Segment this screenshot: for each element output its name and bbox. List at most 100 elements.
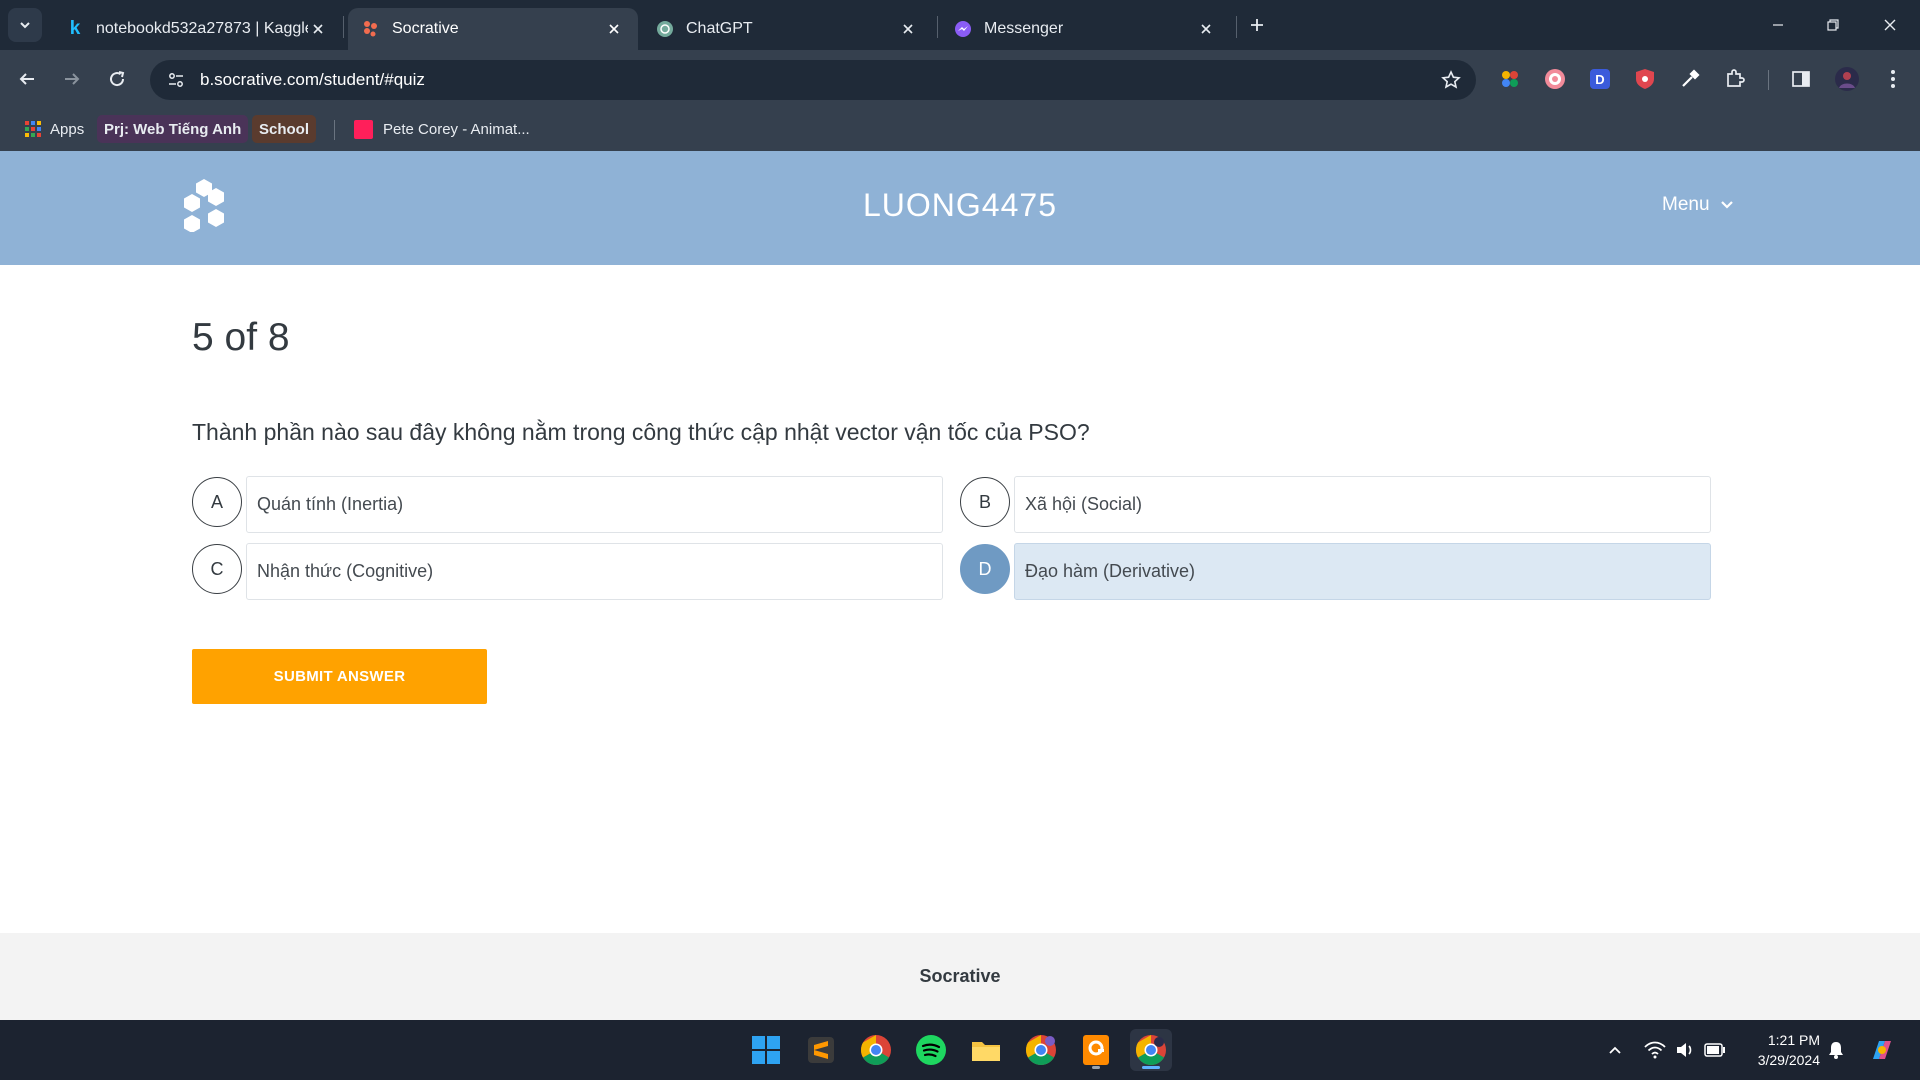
option-text[interactable]: Nhận thức (Cognitive)	[246, 543, 943, 600]
menu-button[interactable]: Menu	[1662, 194, 1734, 216]
tab-title: ChatGPT	[686, 20, 753, 37]
close-window-button[interactable]	[1870, 8, 1910, 42]
address-bar[interactable]: b.socrative.com/student/#quiz	[150, 60, 1476, 100]
spotify-icon[interactable]	[910, 1029, 952, 1071]
eyedropper-extension-icon[interactable]	[1676, 65, 1704, 93]
tab-kaggle[interactable]: k notebookd532a27873 | Kaggle	[52, 8, 342, 50]
option-text[interactable]: Xã hội (Social)	[1014, 476, 1711, 533]
tab-title: notebookd532a27873 | Kaggle	[96, 20, 308, 37]
tab-chatgpt[interactable]: ChatGPT	[642, 8, 932, 50]
minimize-button[interactable]	[1758, 8, 1798, 42]
bookmark-folder-web-tieng-anh[interactable]: Prj: Web Tiếng Anh	[97, 115, 249, 143]
system-clock[interactable]: 1:21 PM 3/29/2024	[1740, 1030, 1820, 1070]
site-header: LUONG4475 Menu	[0, 151, 1920, 265]
tab-messenger[interactable]: Messenger	[940, 8, 1230, 50]
bookmark-label: School	[259, 120, 310, 138]
bookmarks-bar: Apps Prj: Web Tiếng Anh School Pete Core…	[0, 108, 1920, 151]
new-tab-button[interactable]	[1244, 12, 1270, 38]
option-letter[interactable]: B	[960, 477, 1010, 527]
submit-answer-button[interactable]: SUBMIT ANSWER	[192, 649, 487, 704]
bookmark-label: Pete Corey - Animat...	[383, 120, 530, 138]
svg-text:D: D	[1595, 72, 1604, 87]
running-indicator	[1092, 1066, 1100, 1069]
d-extension-icon[interactable]: D	[1586, 65, 1614, 93]
option-text[interactable]: Đạo hàm (Derivative)	[1014, 543, 1711, 600]
room-name: LUONG4475	[863, 187, 1057, 223]
copilot-icon[interactable]	[1866, 1034, 1898, 1066]
reload-icon	[110, 71, 125, 87]
more-menu-icon[interactable]	[1879, 65, 1907, 93]
close-icon	[1884, 19, 1896, 31]
restore-button[interactable]	[1813, 8, 1853, 42]
back-button[interactable]	[10, 62, 44, 96]
profile-avatar-icon[interactable]	[1833, 65, 1861, 93]
tab-title: Messenger	[984, 20, 1064, 37]
forward-button[interactable]	[55, 62, 89, 96]
notification-bell-icon[interactable]	[1824, 1038, 1848, 1062]
kaggle-icon: k	[69, 18, 81, 39]
bookmark-pete-corey[interactable]: Pete Corey - Animat...	[354, 115, 530, 143]
tab-search-button[interactable]	[8, 8, 42, 42]
clock-time: 1:21 PM	[1767, 1032, 1820, 1048]
bookmark-apps[interactable]: Apps	[24, 115, 84, 143]
file-explorer-icon[interactable]	[965, 1029, 1007, 1071]
bookmark-label: Prj: Web Tiếng Anh	[104, 120, 242, 138]
reload-button[interactable]	[100, 62, 134, 96]
windows-start-icon[interactable]	[745, 1029, 787, 1071]
answer-option-c[interactable]: C Nhận thức (Cognitive)	[192, 543, 952, 601]
tab-separator	[1236, 16, 1237, 38]
chevron-down-icon	[20, 22, 30, 29]
bookmark-label: Apps	[50, 120, 85, 138]
arrow-left-icon	[19, 73, 34, 85]
tab-socrative[interactable]: Socrative	[348, 8, 638, 50]
restore-icon	[1827, 19, 1839, 31]
footer-brand: Socrative	[919, 966, 1001, 986]
browser-tab-bar: k notebookd532a27873 | Kaggle Socrative …	[0, 0, 1920, 50]
sublime-text-icon[interactable]	[800, 1029, 842, 1071]
close-icon[interactable]	[604, 19, 624, 39]
browser-toolbar: b.socrative.com/student/#quiz D	[0, 50, 1920, 108]
option-text[interactable]: Quán tính (Inertia)	[246, 476, 943, 533]
page-footer: Socrative	[0, 933, 1920, 1020]
wifi-icon[interactable]	[1643, 1038, 1667, 1062]
socrative-icon	[362, 20, 380, 38]
record-extension-icon[interactable]	[1541, 65, 1569, 93]
bookmark-separator	[334, 120, 335, 140]
url-text[interactable]: b.socrative.com/student/#quiz	[200, 70, 425, 90]
close-icon[interactable]	[898, 19, 918, 39]
bookmark-star-icon[interactable]	[1440, 69, 1462, 91]
chrome-profile-icon[interactable]	[1020, 1029, 1062, 1071]
shield-extension-icon[interactable]	[1631, 65, 1659, 93]
site-info-icon[interactable]	[156, 60, 196, 100]
colorful-extension-icon[interactable]	[1496, 65, 1524, 93]
plus-icon	[1251, 19, 1263, 31]
option-letter[interactable]: A	[192, 477, 242, 527]
volume-icon[interactable]	[1673, 1038, 1697, 1062]
arrow-right-icon	[65, 73, 80, 85]
option-letter[interactable]: C	[192, 544, 242, 594]
answer-option-a[interactable]: A Quán tính (Inertia)	[192, 476, 952, 534]
chatgpt-icon	[656, 20, 674, 38]
chrome-active-icon[interactable]	[1130, 1029, 1172, 1071]
pink-favicon-icon	[354, 119, 373, 139]
pdf-app-icon[interactable]	[1075, 1029, 1117, 1071]
chrome-icon[interactable]	[855, 1029, 897, 1071]
option-letter[interactable]: D	[960, 544, 1010, 594]
answer-option-d[interactable]: D Đạo hàm (Derivative)	[960, 543, 1720, 601]
answer-option-b[interactable]: B Xã hội (Social)	[960, 476, 1720, 534]
messenger-icon	[954, 20, 972, 38]
windows-taskbar: 1:21 PM 3/29/2024	[0, 1020, 1920, 1080]
battery-icon[interactable]	[1703, 1038, 1727, 1062]
close-icon[interactable]	[1196, 19, 1216, 39]
chevron-up-icon[interactable]	[1603, 1038, 1627, 1062]
close-icon[interactable]	[308, 19, 328, 39]
puzzle-extensions-icon[interactable]	[1721, 65, 1749, 93]
side-panel-icon[interactable]	[1787, 65, 1815, 93]
bookmark-folder-school[interactable]: School	[252, 115, 317, 143]
socrative-page: LUONG4475 Menu 5 of 8 Thành phần nào sau…	[0, 151, 1920, 1020]
chevron-down-icon	[1720, 198, 1734, 212]
running-indicator	[1142, 1066, 1160, 1069]
apps-grid-icon	[25, 121, 41, 137]
question-progress: 5 of 8	[192, 316, 290, 359]
clock-date: 3/29/2024	[1757, 1052, 1820, 1068]
